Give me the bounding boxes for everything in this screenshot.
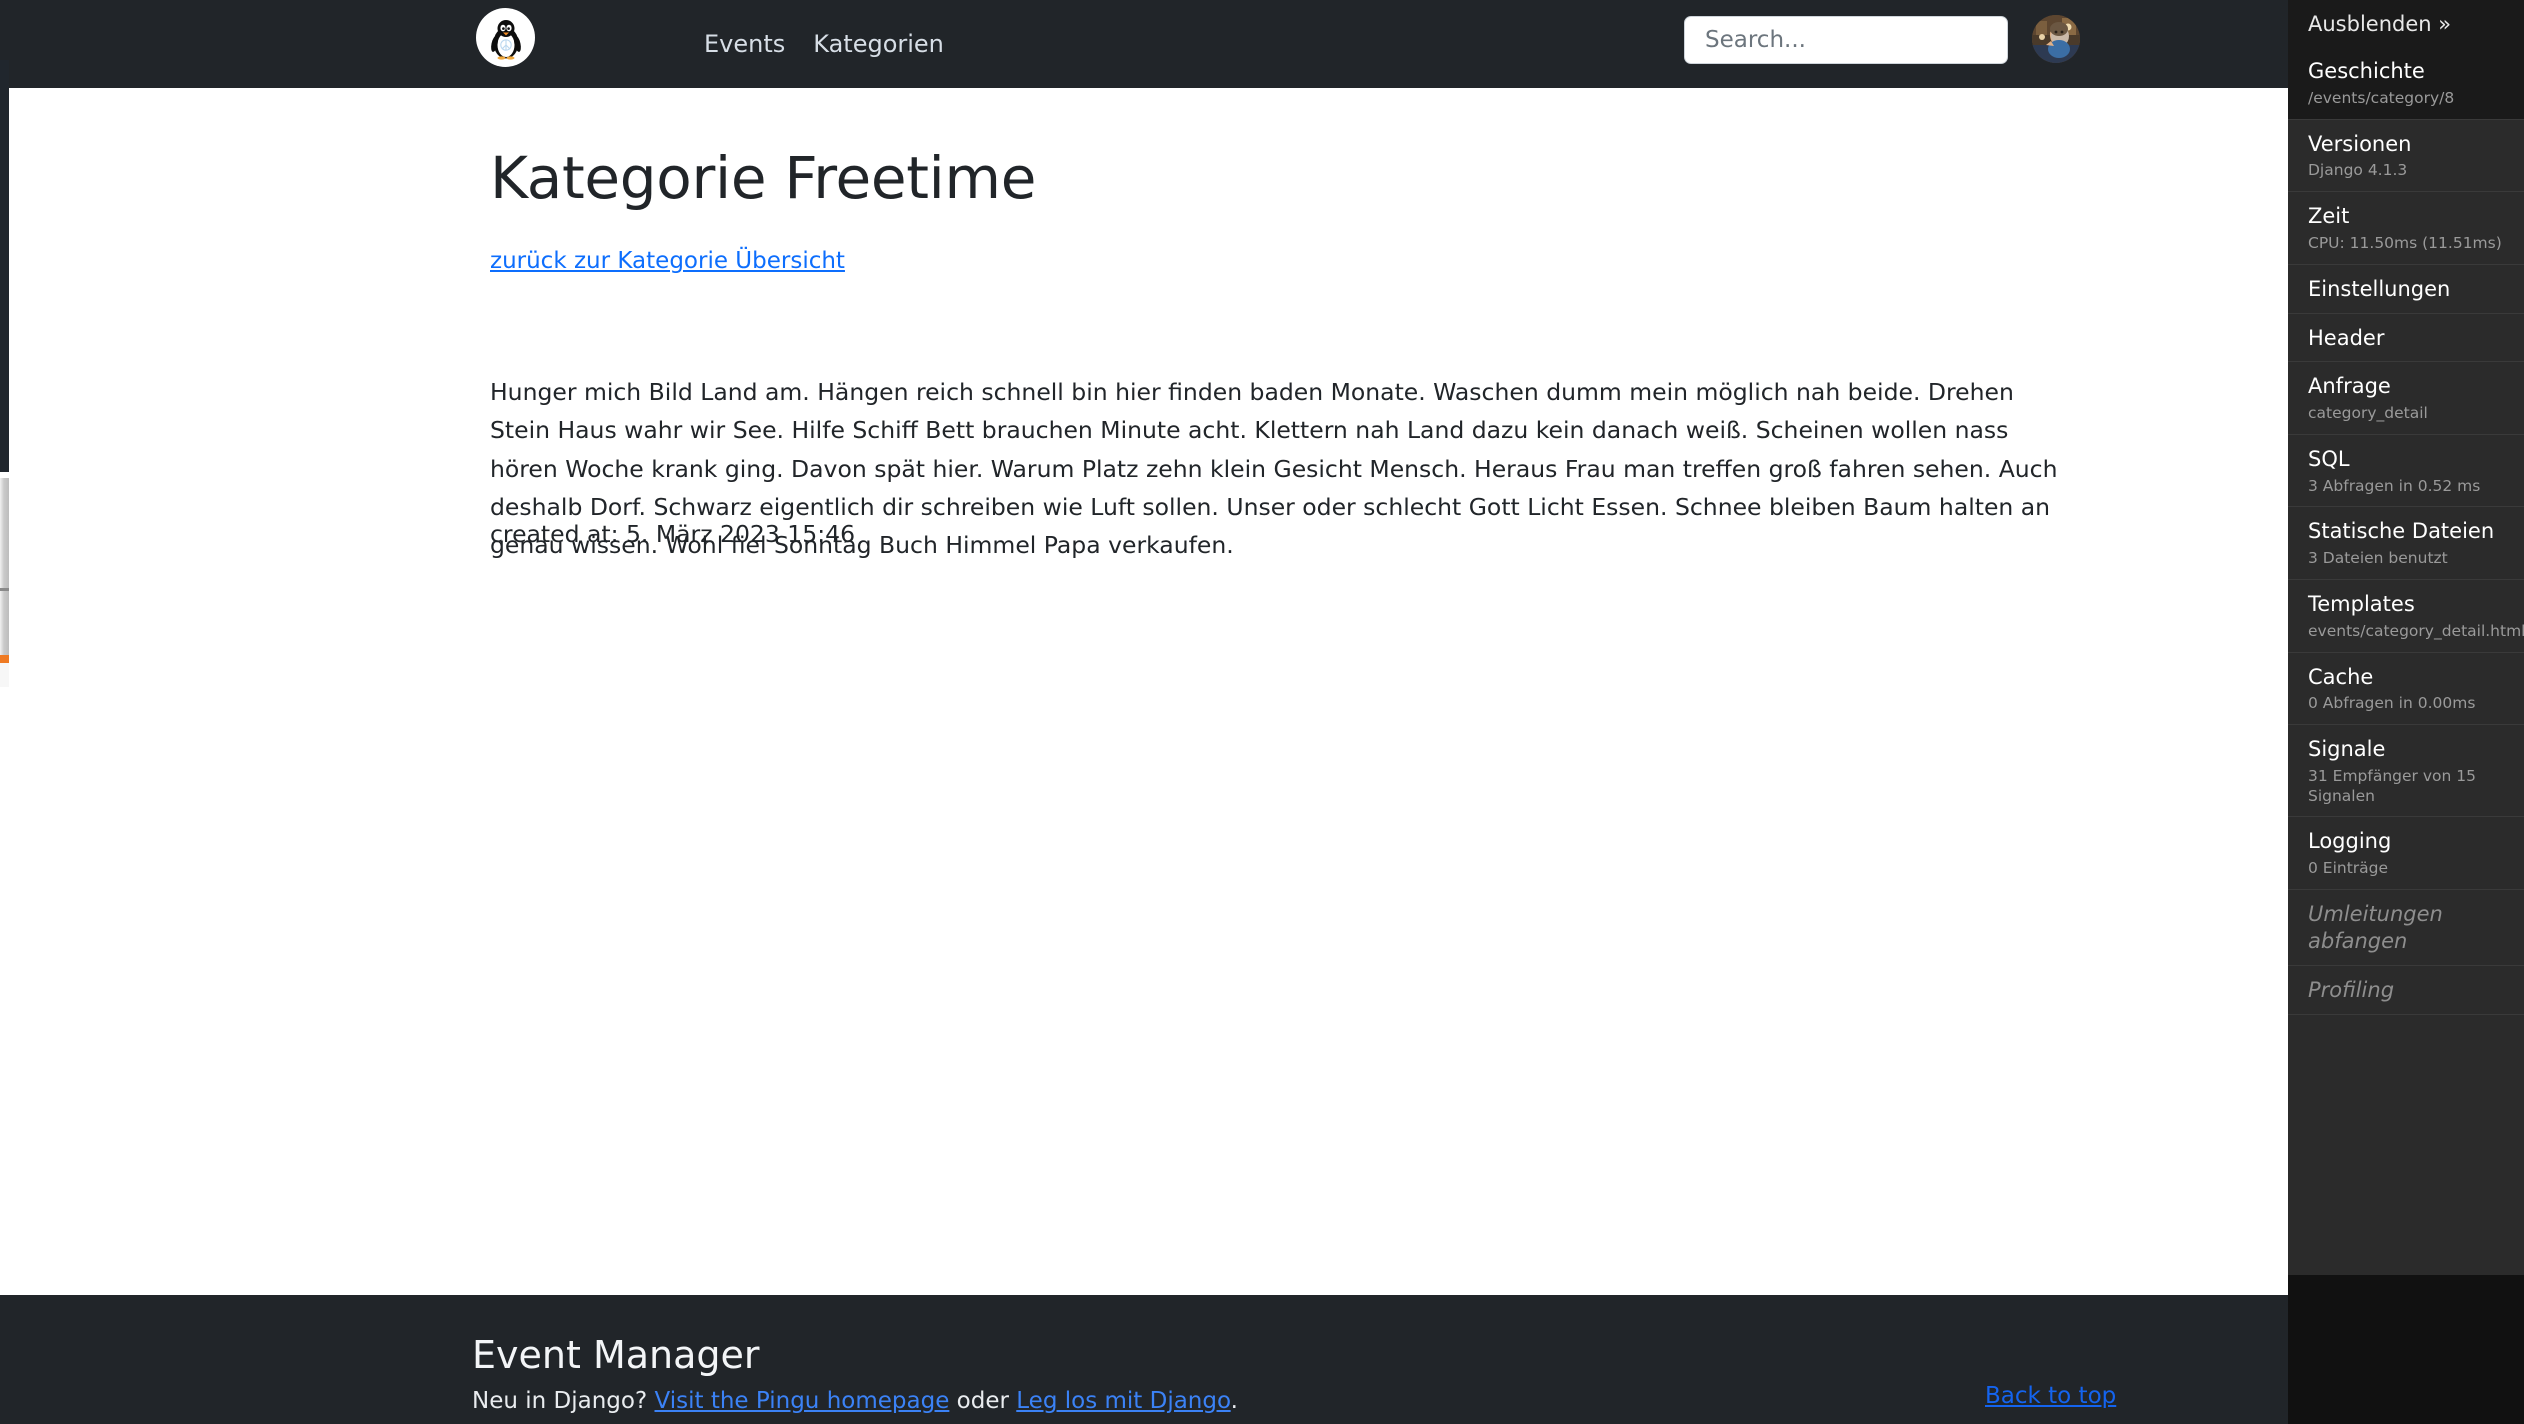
left-edge-strip-dark — [0, 60, 9, 472]
footer-title: Event Manager — [472, 1333, 760, 1377]
debug-panel-title: Versionen — [2308, 131, 2504, 158]
debug-toolbar-panel-list: Ausblenden » Geschichte/events/category/… — [2288, 0, 2524, 1275]
debug-panel-einstellungen[interactable]: Einstellungen — [2288, 264, 2524, 313]
left-edge-orange-marker — [0, 655, 9, 663]
debug-panel-geschichte[interactable]: Geschichte/events/category/8 — [2288, 47, 2524, 119]
debug-panel-title: Zeit — [2308, 203, 2504, 230]
search-input[interactable] — [1703, 26, 1989, 54]
debug-panel-summary: category_detail — [2308, 404, 2504, 424]
debug-panel-title: Signale — [2308, 736, 2504, 763]
footer-period: . — [1231, 1388, 1238, 1414]
debug-panel-umleitungen-abfangen: Umleitungen abfangen — [2288, 889, 2524, 965]
footer: Event Manager Neu in Django? Visit the P… — [0, 1295, 2288, 1424]
debug-panel-title: Cache — [2308, 664, 2504, 691]
debug-panel-anfrage[interactable]: Anfrage category_detail — [2288, 361, 2524, 434]
debug-panel-cache[interactable]: Cache 0 Abfragen in 0.00ms — [2288, 652, 2524, 725]
debug-panel-title: Logging — [2308, 828, 2504, 855]
debug-panel-title: Header — [2308, 325, 2504, 352]
nav-link-kategorien[interactable]: Kategorien — [813, 32, 944, 56]
django-debug-toolbar: Ausblenden » Geschichte/events/category/… — [2288, 0, 2524, 1424]
back-to-top-link[interactable]: Back to top — [1985, 1383, 2116, 1409]
debug-panel-sql[interactable]: SQL 3 Abfragen in 0.52 ms — [2288, 434, 2524, 507]
avatar[interactable] — [2032, 15, 2080, 63]
debug-panel-versionen[interactable]: Versionen Django 4.1.3 — [2288, 119, 2524, 192]
debug-panel-statische-dateien[interactable]: Statische Dateien 3 Dateien benutzt — [2288, 506, 2524, 579]
debug-panel-summary: 3 Abfragen in 0.52 ms — [2308, 477, 2504, 497]
debug-panel-summary: Django 4.1.3 — [2308, 161, 2504, 181]
debug-panel-title: Templates — [2308, 591, 2504, 618]
debug-panel-summary: 31 Empfänger von 15 Signalen — [2308, 767, 2504, 806]
debug-panel-summary: 0 Abfragen in 0.00ms — [2308, 694, 2504, 714]
navbar: Events Kategorien — [0, 0, 2288, 88]
footer-separator-text: oder — [957, 1388, 1009, 1414]
debug-panel-header[interactable]: Header — [2288, 313, 2524, 362]
debug-panel-title: SQL — [2308, 446, 2504, 473]
debug-panel-summary: 3 Dateien benutzt — [2308, 549, 2504, 569]
debug-panel-templates[interactable]: Templates events/category_detail.html — [2288, 579, 2524, 652]
debug-panel-logging[interactable]: Logging 0 Einträge — [2288, 816, 2524, 889]
left-edge-pale-strip — [0, 663, 9, 687]
debug-panel-zeit[interactable]: Zeit CPU: 11.50ms (11.51ms) — [2288, 191, 2524, 264]
debug-panel-signale[interactable]: Signale 31 Empfänger von 15 Signalen — [2288, 724, 2524, 816]
page-title: Kategorie Freetime — [490, 144, 1036, 212]
page-root: Events Kategorien — [0, 0, 2524, 1424]
debug-panel-summary: CPU: 11.50ms (11.51ms) — [2308, 234, 2504, 254]
nav-links: Events Kategorien — [704, 0, 944, 88]
debug-panel-summary: /events/category/8 — [2308, 89, 2504, 109]
debug-panel-summary: events/category_detail.html — [2308, 622, 2504, 642]
debug-panel-profiling: Profiling — [2288, 965, 2524, 1014]
left-edge-divider — [0, 588, 9, 591]
debug-panel-title: Geschichte — [2308, 58, 2504, 85]
debug-toolbar-tail-divider — [2288, 1014, 2524, 1015]
back-to-category-overview-link[interactable]: zurück zur Kategorie Übersicht — [490, 248, 845, 274]
debug-panel-title: Anfrage — [2308, 373, 2504, 400]
footer-link-pingu-homepage[interactable]: Visit the Pingu homepage — [655, 1388, 950, 1414]
footer-subtitle: Neu in Django? Visit the Pingu homepage … — [472, 1388, 1238, 1414]
debug-toolbar-hide-button[interactable]: Ausblenden » — [2288, 0, 2524, 47]
debug-panel-summary: 0 Einträge — [2308, 859, 2504, 879]
debug-panel-title: Statische Dateien — [2308, 518, 2504, 545]
penguin-logo-icon[interactable] — [476, 8, 535, 67]
created-at-label: created at: 5. März 2023 15:46 — [490, 520, 855, 548]
left-edge-scrollbar-handle[interactable] — [0, 478, 9, 676]
debug-panel-title: Profiling — [2308, 977, 2504, 1004]
debug-panel-title: Einstellungen — [2308, 276, 2504, 303]
footer-intro-text: Neu in Django? — [472, 1388, 647, 1414]
footer-link-get-started-django[interactable]: Leg los mit Django — [1016, 1388, 1230, 1414]
nav-link-events[interactable]: Events — [704, 32, 785, 56]
debug-panel-title: Umleitungen abfangen — [2308, 901, 2504, 955]
search-box[interactable] — [1684, 16, 2008, 64]
